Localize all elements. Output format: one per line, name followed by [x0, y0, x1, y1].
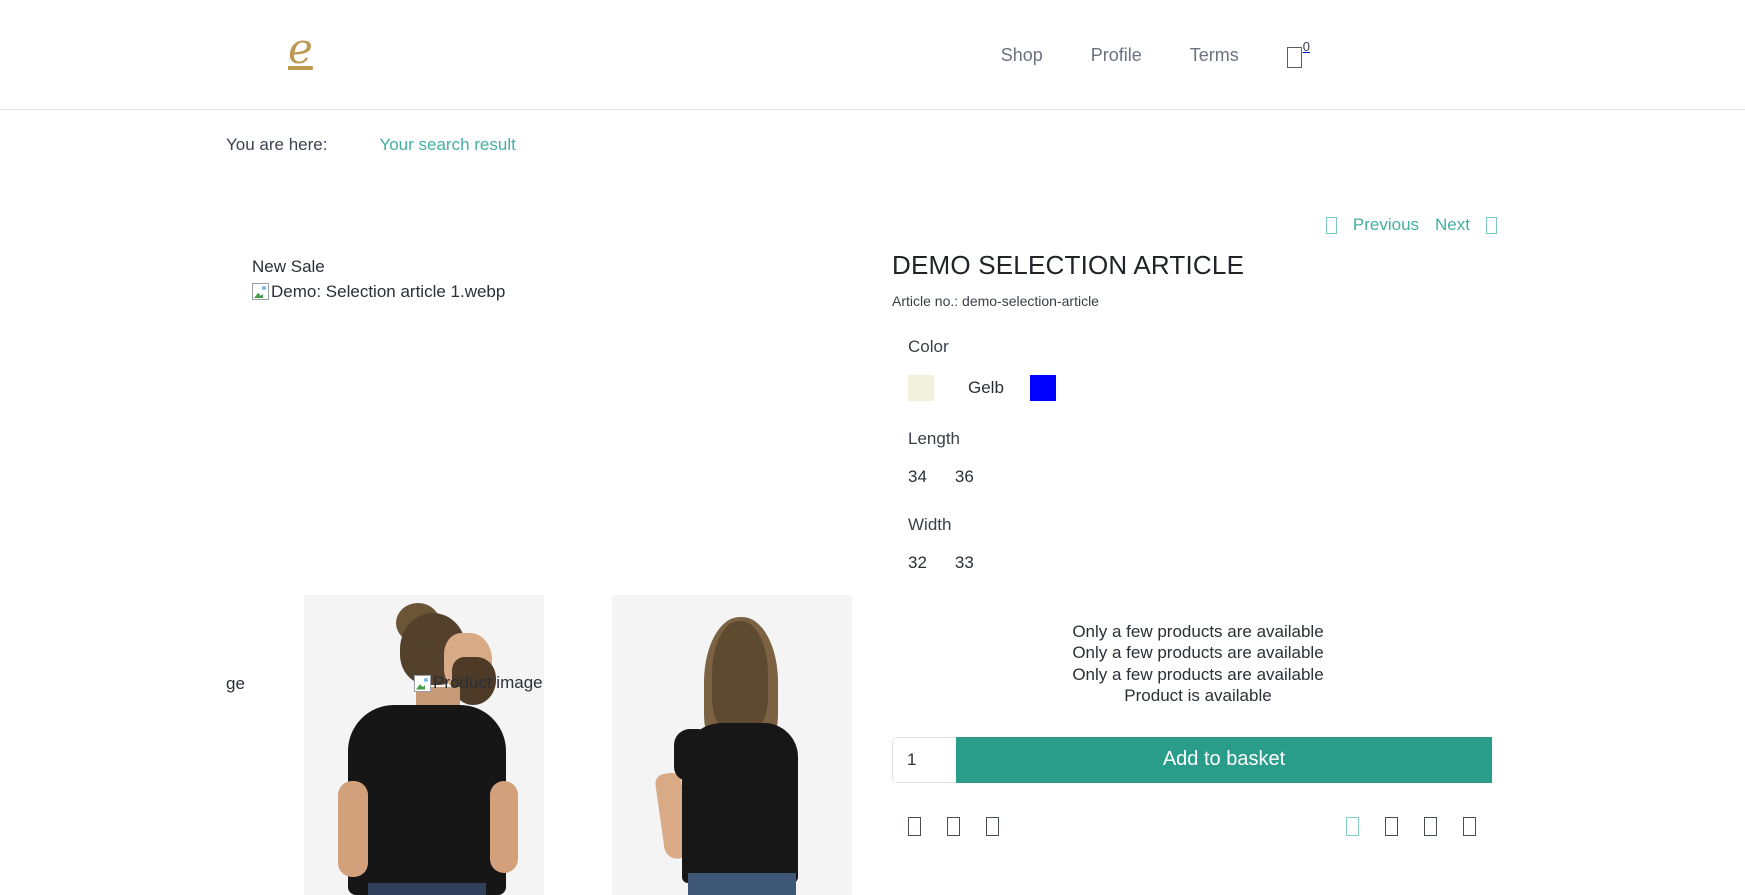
- variant-options-length: 34 36: [892, 467, 1512, 487]
- thumbnail-image-1[interactable]: [304, 595, 544, 895]
- share-twitter-icon[interactable]: [1385, 816, 1398, 836]
- variant-label-color: Color: [908, 337, 949, 356]
- site-header: e Shop Profile Terms 0: [0, 0, 1745, 110]
- color-option-gelb[interactable]: Gelb: [968, 378, 1004, 398]
- variant-label-length: Length: [908, 429, 960, 448]
- availability-message: Only a few products are available: [1072, 643, 1324, 663]
- thumbnail-image-2[interactable]: [612, 595, 852, 895]
- action-icons-left: [908, 816, 999, 836]
- product-pager: Previous Next: [0, 215, 1745, 235]
- availability-message: Product is available: [1124, 686, 1272, 706]
- nav-link-profile[interactable]: Profile: [1067, 45, 1166, 66]
- quantity-input[interactable]: [892, 736, 956, 783]
- article-number: Article no.: demo-selection-article: [892, 293, 1099, 309]
- breadcrumb-link-search-result[interactable]: Your search result: [379, 135, 515, 155]
- main-product-image[interactable]: Demo: Selection article 1.webp: [252, 282, 872, 302]
- variant-group-width: Width 32 33: [892, 515, 1512, 573]
- variant-group-color: Color Gelb: [892, 337, 1512, 401]
- thumbnail-strip: [304, 595, 864, 895]
- clipped-thumbnail-alt: ge: [226, 674, 245, 693]
- product-detail: DEMO SELECTION ARTICLE Article no.: demo…: [892, 250, 1512, 836]
- broken-image-icon: [252, 283, 269, 301]
- brand-logo[interactable]: e: [288, 28, 313, 70]
- variant-options-width: 32 33: [892, 553, 1512, 573]
- breadcrumb: You are here: Your search result: [0, 125, 1745, 165]
- main-navigation: Shop Profile Terms 0: [977, 0, 1745, 110]
- width-option-32[interactable]: 32: [908, 553, 927, 573]
- cart-button[interactable]: 0: [1263, 38, 1310, 72]
- breadcrumb-label: You are here:: [226, 135, 328, 154]
- availability-message: Only a few products are available: [1072, 622, 1324, 641]
- chevron-right-icon[interactable]: [1486, 216, 1497, 234]
- thumbnail-caption: Product image: [414, 673, 543, 693]
- compare-icon[interactable]: [947, 816, 960, 836]
- print-icon[interactable]: [986, 816, 999, 836]
- previous-product-link[interactable]: Previous: [1345, 215, 1427, 235]
- variant-group-length: Length 34 36: [892, 429, 1512, 487]
- model-photo-woman: [612, 595, 852, 895]
- product-gallery: New Sale Demo: Selection article 1.webp: [252, 255, 872, 302]
- next-product-link[interactable]: Next: [1427, 215, 1478, 235]
- variant-options-color: Gelb: [892, 375, 1512, 401]
- cart-count-badge: 0: [1302, 39, 1310, 54]
- broken-image-icon: [414, 674, 431, 692]
- chevron-left-icon[interactable]: [1325, 216, 1337, 234]
- availability-message: Only a few products are available: [1072, 664, 1324, 684]
- length-option-34[interactable]: 34: [908, 467, 927, 487]
- add-to-basket-button[interactable]: Add to basket: [956, 736, 1492, 783]
- share-facebook-icon[interactable]: [1346, 816, 1359, 836]
- wishlist-icon[interactable]: [908, 816, 921, 836]
- buy-row: Add to basket: [892, 736, 1492, 783]
- width-option-33[interactable]: 33: [955, 553, 974, 573]
- action-icons-right: [1346, 816, 1476, 836]
- sale-badge: New Sale: [252, 257, 325, 276]
- action-icon-bar: [892, 816, 1492, 836]
- availability-messages: Only a few products are available Only a…: [892, 621, 1512, 707]
- length-option-36[interactable]: 36: [955, 467, 974, 487]
- main-product-image-alt: Demo: Selection article 1.webp: [271, 281, 506, 301]
- thumbnail-caption-text: Product image: [433, 673, 543, 692]
- color-swatch-blue[interactable]: [1029, 375, 1056, 401]
- shopping-cart-icon: [1286, 47, 1302, 68]
- model-photo-man: [304, 595, 544, 895]
- nav-link-terms[interactable]: Terms: [1166, 45, 1263, 66]
- page-title: DEMO SELECTION ARTICLE: [892, 250, 1245, 280]
- color-swatch-cream[interactable]: [908, 375, 934, 401]
- share-email-icon[interactable]: [1463, 816, 1476, 836]
- variant-label-width: Width: [908, 515, 952, 534]
- nav-link-shop[interactable]: Shop: [977, 45, 1067, 66]
- share-pinterest-icon[interactable]: [1424, 816, 1437, 836]
